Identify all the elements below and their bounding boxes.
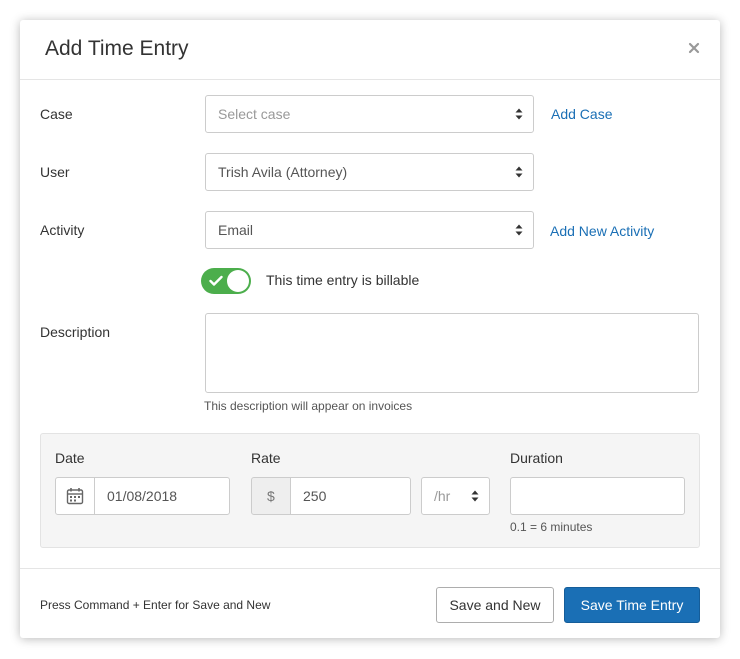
description-help-text: This description will appear on invoices	[204, 399, 413, 413]
activity-label: Activity	[40, 222, 85, 238]
calendar-button[interactable]	[55, 477, 95, 515]
select-caret-icon	[515, 224, 523, 236]
rate-unit-value: /hr	[434, 488, 451, 504]
case-label: Case	[40, 106, 73, 122]
select-caret-icon	[515, 108, 523, 120]
rate-label: Rate	[251, 450, 281, 466]
user-label: User	[40, 164, 70, 180]
user-select-value: Trish Avila (Attorney)	[218, 164, 348, 180]
duration-label: Duration	[510, 450, 563, 466]
modal-title: Add Time Entry	[45, 37, 189, 60]
save-time-entry-button[interactable]: Save Time Entry	[564, 587, 700, 623]
duration-input[interactable]	[510, 477, 685, 515]
add-new-activity-link[interactable]: Add New Activity	[550, 223, 654, 239]
description-textarea[interactable]	[205, 313, 699, 393]
add-case-link[interactable]: Add Case	[551, 106, 612, 122]
calendar-icon	[66, 488, 84, 505]
duration-help-text: 0.1 = 6 minutes	[510, 520, 593, 534]
add-time-entry-modal: Add Time Entry Case Select case Add Case…	[20, 20, 720, 638]
select-caret-icon	[515, 166, 523, 178]
user-select[interactable]: Trish Avila (Attorney)	[205, 153, 534, 191]
billable-toggle[interactable]	[201, 268, 251, 294]
keyboard-shortcut-hint: Press Command + Enter for Save and New	[40, 598, 271, 612]
date-input[interactable]	[94, 477, 230, 515]
modal-header: Add Time Entry	[20, 20, 720, 80]
save-and-new-button[interactable]: Save and New	[436, 587, 554, 623]
case-select-placeholder: Select case	[218, 106, 291, 122]
activity-select[interactable]: Email	[205, 211, 534, 249]
modal-footer: Press Command + Enter for Save and New S…	[20, 568, 720, 639]
close-button[interactable]	[686, 40, 702, 56]
rate-currency-addon: $	[251, 477, 291, 515]
toggle-knob	[227, 270, 249, 292]
time-details-panel: Date Rate $ /hr Dur	[40, 433, 700, 548]
billable-label: This time entry is billable	[266, 272, 420, 288]
rate-currency-symbol: $	[267, 488, 275, 504]
description-label: Description	[40, 324, 111, 340]
select-caret-icon	[471, 490, 479, 502]
case-select[interactable]: Select case	[205, 95, 534, 133]
close-icon	[688, 42, 700, 54]
rate-unit-select[interactable]: /hr	[421, 477, 490, 515]
rate-input[interactable]	[290, 477, 411, 515]
activity-select-value: Email	[218, 222, 254, 238]
date-label: Date	[55, 450, 85, 466]
check-icon	[209, 275, 223, 286]
